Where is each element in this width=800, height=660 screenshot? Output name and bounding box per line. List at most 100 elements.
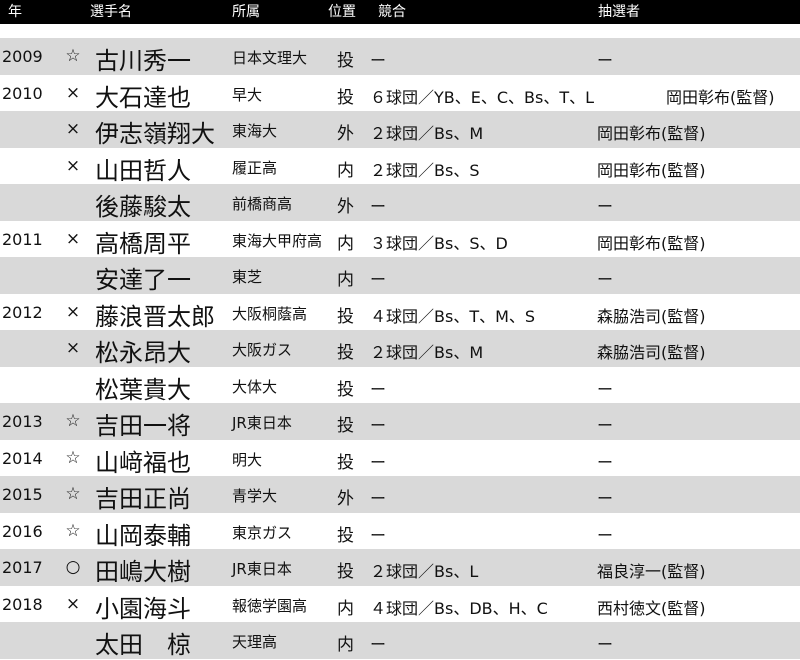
team-cell: 前橋商高: [232, 195, 293, 213]
player-name: 後藤駿太: [95, 193, 191, 221]
position-cell: 投: [337, 452, 354, 473]
team-cell: 東京ガス: [232, 523, 293, 542]
player-name: 伊志嶺翔大: [95, 120, 215, 148]
drawer-cell: 岡田彰布(監督): [597, 233, 706, 253]
table-row: 2012 × 藤浪晋太郎 大阪桐蔭高 投 ４球団／Bs、T、M、S 森脇浩司(監督): [0, 294, 800, 331]
competition-cell: ３球団／Bs、S、D: [370, 233, 508, 253]
team-cell: 天理高: [232, 633, 278, 651]
result-mark: ☆: [65, 484, 81, 504]
result-mark: ☆: [65, 520, 81, 541]
year-cell: 2014: [2, 448, 43, 468]
drawer-cell: 西村徳文(監督): [597, 598, 706, 618]
table-row: 太田 椋天理高内ーー: [0, 622, 800, 659]
position-cell: 投: [337, 343, 354, 363]
position-cell: 投: [337, 87, 354, 108]
year-cell: 2017: [2, 558, 43, 577]
competition-cell: ー: [370, 489, 387, 508]
table-row: 2010 × 大石達也 早大 投 ６球団／YB、E、C、Bs、T、L 岡田彰布(監督): [0, 75, 800, 112]
table-row: 2016 ☆ 山岡泰輔 東京ガス投ーー: [0, 513, 800, 550]
drawer-cell: 岡田彰布(監督): [597, 160, 706, 180]
position-cell: 投: [337, 306, 354, 327]
position-cell: 内: [337, 233, 354, 254]
competition-cell: ー: [370, 51, 387, 70]
team-cell: 日本文理大: [232, 49, 308, 67]
drawer-cell: ー: [597, 525, 614, 545]
result-mark: ×: [65, 593, 81, 614]
player-name: 松永昂大: [95, 339, 191, 367]
competition-cell: ４球団／Bs、DB、H、C: [370, 598, 548, 618]
position-cell: 投: [337, 416, 354, 436]
competition-cell: ２球団／Bs、L: [370, 562, 479, 581]
team-cell: 早大: [232, 85, 263, 104]
competition-cell: ー: [370, 197, 387, 216]
team-cell: 大体大: [232, 377, 278, 396]
result-mark: ☆: [65, 46, 81, 66]
header-competition: 競合: [378, 4, 406, 20]
position-cell: 投: [337, 562, 354, 582]
year-cell: 2009: [2, 47, 43, 66]
competition-cell: ２球団／Bs、S: [370, 160, 480, 180]
team-cell: 東海大: [232, 122, 278, 140]
table-row: 2015 ☆ 吉田正尚 青学大外ーー: [0, 476, 800, 513]
team-cell: 大阪ガス: [232, 341, 293, 359]
drawer-cell: 福良淳一(監督): [597, 562, 706, 581]
competition-cell: ー: [370, 452, 387, 472]
drawer-cell: ー: [597, 379, 614, 399]
player-name: 大石達也: [95, 83, 191, 112]
header-name: 選手名: [90, 4, 132, 20]
player-name: 小園海斗: [95, 594, 191, 623]
drawer-cell: ー: [597, 489, 614, 508]
competition-cell: ー: [370, 525, 387, 545]
team-cell: 東海大甲府高: [232, 231, 323, 250]
table-row: × 松永昂大 大阪ガス 投 ２球団／Bs、M 森脇浩司(監督): [0, 330, 800, 367]
result-mark: ○: [65, 557, 81, 577]
result-mark: ☆: [65, 447, 81, 468]
table-row: 2018 × 小園海斗 報徳学園高 内 ４球団／Bs、DB、H、C 西村徳文(監督): [0, 586, 800, 623]
result-mark: ×: [65, 82, 81, 103]
competition-cell: ー: [370, 379, 387, 399]
player-name: 山﨑福也: [95, 448, 191, 477]
drawer-cell: 森脇浩司(監督): [597, 306, 706, 326]
position-cell: 外: [337, 124, 354, 144]
position-cell: 内: [337, 635, 354, 655]
drawer-cell: 岡田彰布(監督): [666, 87, 775, 107]
position-cell: 投: [337, 525, 354, 546]
table-row: 2011 × 高橋周平 東海大甲府高内 ３球団／Bs、S、D 岡田彰布(監督): [0, 221, 800, 258]
drawer-cell: 岡田彰布(監督): [597, 124, 706, 143]
year-cell: 2018: [2, 594, 43, 614]
year-cell: 2013: [2, 412, 43, 431]
table-row: 2014 ☆ 山﨑福也 明大投ーー: [0, 440, 800, 477]
player-name: 藤浪晋太郎: [95, 302, 215, 331]
player-name: 吉田正尚: [95, 485, 191, 513]
drawer-cell: ー: [597, 635, 614, 654]
year-cell: 2015: [2, 485, 43, 504]
table-row: 2009 ☆ 古川秀一 日本文理大投ーー: [0, 38, 800, 75]
result-mark: ×: [65, 228, 81, 249]
position-cell: 内: [337, 270, 354, 290]
table-row: × 山田哲人 履正高 内 ２球団／Bs、S 岡田彰布(監督): [0, 148, 800, 185]
header-drawer: 抽選者: [598, 4, 640, 20]
drawer-cell: ー: [597, 416, 614, 435]
player-name: 山岡泰輔: [95, 521, 191, 550]
result-mark: ×: [65, 338, 81, 358]
competition-cell: ー: [370, 635, 387, 654]
table-header: 年 選手名 所属 位置 競合 抽選者: [0, 0, 800, 24]
year-cell: 2010: [2, 83, 43, 103]
position-cell: 外: [337, 489, 354, 509]
competition-cell: ６球団／YB、E、C、Bs、T、L: [370, 87, 595, 107]
player-name: 山田哲人: [95, 156, 191, 185]
player-name: 松葉貴大: [95, 375, 191, 404]
team-cell: 東芝: [232, 268, 263, 286]
drawer-cell: ー: [597, 197, 614, 216]
team-cell: 大阪桐蔭高: [232, 304, 308, 323]
position-cell: 外: [337, 197, 354, 217]
result-mark: ×: [65, 155, 81, 176]
result-mark: ×: [65, 301, 81, 322]
header-spacer: [0, 24, 800, 38]
player-name: 高橋周平: [95, 229, 191, 258]
team-cell: 青学大: [232, 487, 278, 505]
team-cell: JR東日本: [232, 414, 292, 432]
drawer-cell: ー: [597, 51, 614, 70]
table-row: 松葉貴大 大体大投ーー: [0, 367, 800, 404]
year-cell: 2012: [2, 302, 43, 322]
